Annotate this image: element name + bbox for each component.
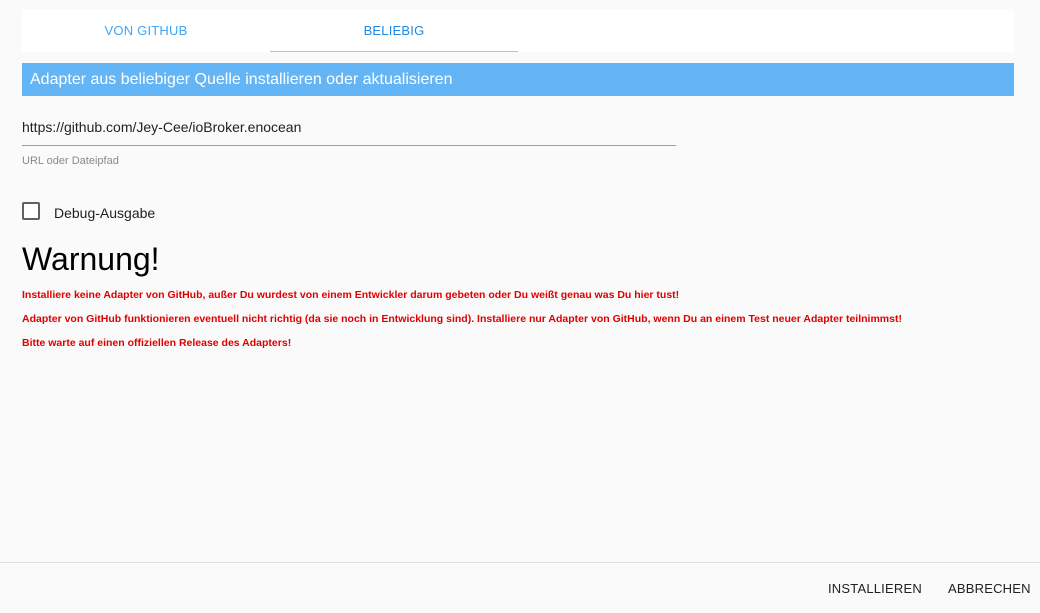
debug-option: Debug-Ausgabe [22, 199, 155, 223]
active-tab-indicator [270, 51, 518, 52]
section-header-title: Adapter aus beliebiger Quelle installier… [30, 70, 453, 88]
url-helper-text: URL oder Dateipfad [22, 155, 119, 167]
debug-checkbox[interactable] [22, 202, 40, 220]
url-input[interactable] [22, 116, 676, 138]
dialog-footer: INSTALLIEREN ABBRECHEN [0, 562, 1040, 612]
warning-title: Warnung! [22, 241, 160, 277]
tab-from-github[interactable]: VON GITHUB [22, 9, 270, 52]
warning-line: Installiere keine Adapter von GitHub, au… [22, 289, 680, 301]
tab-any-source[interactable]: BELIEBIG [270, 9, 518, 52]
warning-line: Adapter von GitHub funktionieren eventue… [22, 313, 902, 325]
warning-line: Bitte warte auf einen offiziellen Releas… [22, 337, 292, 349]
source-tabs: VON GITHUB BELIEBIG [22, 9, 1014, 52]
cancel-button[interactable]: ABBRECHEN [948, 563, 1031, 613]
url-field [22, 110, 676, 146]
section-header: Adapter aus beliebiger Quelle installier… [22, 63, 1014, 96]
install-button[interactable]: INSTALLIEREN [828, 563, 922, 613]
debug-label[interactable]: Debug-Ausgabe [54, 205, 155, 221]
